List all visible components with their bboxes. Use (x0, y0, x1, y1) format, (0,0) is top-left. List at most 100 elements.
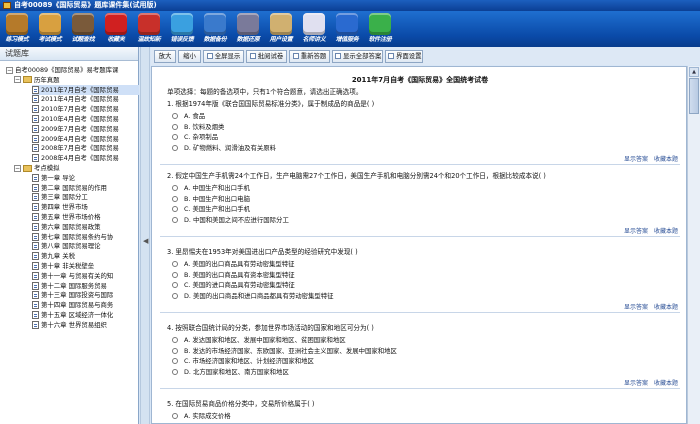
radio-button[interactable] (172, 368, 178, 375)
answer-option[interactable]: D. 美国的出口商品和进口商品都具有劳动密集型特征 (172, 291, 334, 300)
collapse-arrow-icon[interactable]: ◀ (143, 237, 148, 245)
tree-group-1[interactable]: − 历年真题 (14, 75, 139, 85)
toolbar-button-2[interactable]: 考试模式 (34, 12, 66, 46)
radio-button[interactable] (172, 134, 178, 140)
tree-item[interactable]: 第三章 国际分工 (32, 192, 139, 202)
radio-button[interactable] (172, 292, 178, 299)
answer-option[interactable]: B. 中国生产和出口电脑 (172, 194, 250, 203)
answer-option[interactable]: C. 杂项制品 (172, 132, 218, 141)
question-tree[interactable]: − 自考00089《国际贸易》易考题库课 − 历年真题 2011年7月自考《国际贸易 20… (0, 63, 139, 424)
answer-option[interactable]: A. 中国生产和出口手机 (172, 183, 250, 192)
answer-option[interactable]: C. 美国生产和出口手机 (172, 204, 250, 213)
tree-item[interactable]: 第十章 非关税壁垒 (32, 261, 139, 271)
expand-toggle-icon[interactable]: − (6, 66, 13, 74)
answer-option[interactable]: C. 市场经济国家和地区、计划经济国家和地区 (172, 356, 314, 365)
favorite-link[interactable]: 收藏本题 (654, 228, 678, 235)
toolbar-button-10[interactable]: 名师讲义 (298, 12, 330, 46)
answer-option[interactable]: D. 中国和美国之间不应进行国际分工 (172, 215, 289, 224)
toolbar-button-9[interactable]: 用户设置 (265, 12, 297, 46)
radio-button[interactable] (172, 216, 178, 223)
toolbar-button-12[interactable]: 软件注册 (364, 12, 396, 46)
document-icon (32, 173, 39, 182)
answer-option[interactable]: B. 发达的市场经济国家、东欧国家、亚洲社会主义国家、发展中国家和地区 (172, 346, 397, 355)
radio-button[interactable] (172, 144, 178, 151)
tree-item[interactable]: 第十一章 与贸易有关的知 (32, 271, 139, 281)
show-answer-link[interactable]: 显示答案 (624, 380, 648, 387)
tree-item[interactable]: 第四章 世界市场 (32, 202, 139, 212)
tree-item[interactable]: 2009年7月自考《国际贸易 (32, 124, 139, 134)
toolbar-button-6[interactable]: 错误反馈 (166, 12, 198, 46)
tree-item[interactable]: 第九章 关税 (32, 251, 139, 261)
toolbar-btn-2[interactable]: 缩小 (178, 50, 201, 63)
toolbar-button-5[interactable]: 温故知新 (133, 12, 165, 46)
answer-option[interactable]: B. 美国的出口商品具有资本密集型特征 (172, 270, 295, 279)
toolbar-button-11[interactable]: 增值服务 (331, 12, 363, 46)
radio-button[interactable] (172, 123, 178, 130)
scroll-up-icon[interactable]: ▲ (689, 67, 699, 77)
toolbar-btn-3[interactable]: 全屏显示 (203, 50, 244, 63)
tree-root[interactable]: − 自考00089《国际贸易》易考题库课 (6, 65, 139, 75)
splitter-handle[interactable]: ◀ (140, 47, 150, 424)
show-answer-link[interactable]: 显示答案 (624, 228, 648, 235)
favorite-link[interactable]: 收藏本题 (654, 156, 678, 163)
expand-toggle-icon[interactable]: − (14, 164, 21, 172)
radio-button[interactable] (172, 185, 178, 191)
tree-item[interactable]: 2008年7月自考《国际贸易 (32, 143, 139, 153)
tree-item[interactable]: 第七章 国际贸易条约与协 (32, 232, 139, 242)
tree-group-2[interactable]: − 考点模拟 (14, 163, 139, 173)
tree-item[interactable]: 2009年4月自考《国际贸易 (32, 134, 139, 144)
toolbar-button-4[interactable]: 收藏夹 (100, 12, 132, 46)
toolbar-btn-5[interactable]: 重新答题 (289, 50, 330, 63)
radio-button[interactable] (172, 113, 178, 119)
radio-button[interactable] (172, 358, 178, 364)
button-icon (335, 53, 341, 59)
show-answer-link[interactable]: 显示答案 (624, 304, 648, 311)
radio-button[interactable] (172, 413, 178, 419)
radio-button[interactable] (172, 271, 178, 278)
scroll-thumb[interactable] (689, 78, 699, 114)
tree-item[interactable]: 第十六章 世界贸易组织 (32, 320, 139, 330)
tree-item[interactable]: 第一章 导论 (32, 173, 139, 183)
toolbar-btn-6[interactable]: 显示全部答案 (332, 50, 383, 63)
answer-option[interactable]: D. 北方国家和地区、南方国家和地区 (172, 367, 289, 376)
radio-button[interactable] (172, 347, 178, 354)
tree-item[interactable]: 第二章 国际贸易的作用 (32, 183, 139, 193)
favorite-link[interactable]: 收藏本题 (654, 304, 678, 311)
answer-option[interactable]: B. 饮料及烟类 (172, 122, 224, 131)
radio-button[interactable] (172, 337, 178, 343)
show-answer-link[interactable]: 显示答案 (624, 156, 648, 163)
tree-item[interactable]: 第十五章 区域经济一体化 (32, 310, 139, 320)
toolbar-btn-1[interactable]: 放大 (154, 50, 176, 63)
tree-item[interactable]: 第八章 国际贸易理论 (32, 241, 139, 251)
toolbar-button-8[interactable]: 数据还原 (232, 12, 264, 46)
tree-item[interactable]: 2011年4月自考《国际贸易 (32, 94, 139, 104)
tree-item[interactable]: 2010年4月自考《国际贸易 (32, 114, 139, 124)
answer-option[interactable]: A. 实际成交价格 (172, 411, 231, 420)
answer-option[interactable]: A. 发达国家和地区、发展中国家和地区、贫困国家和地区 (172, 335, 346, 344)
expand-toggle-icon[interactable]: − (14, 76, 21, 84)
radio-button[interactable] (172, 195, 178, 202)
tree-item[interactable]: 第十四章 国际贸易与商务 (32, 300, 139, 310)
tree-item[interactable]: 第五章 世界市场价格 (32, 212, 139, 222)
tree-node-label: 自考00089《国际贸易》易考题库课 (15, 66, 119, 74)
radio-button[interactable] (172, 282, 178, 288)
toolbar-button-1[interactable]: 练习模式 (1, 12, 33, 46)
tree-item[interactable]: 2010年7月自考《国际贸易 (32, 104, 139, 114)
toolbar-btn-7[interactable]: 界面设置 (385, 50, 423, 63)
toolbar-btn-4[interactable]: 批阅试卷 (246, 50, 287, 63)
tree-item[interactable]: 2008年4月自考《国际贸易 (32, 153, 139, 163)
toolbar-button-3[interactable]: 试题查找 (67, 12, 99, 46)
vertical-scrollbar[interactable]: ▲ (687, 66, 700, 424)
radio-button[interactable] (172, 206, 178, 212)
answer-option[interactable]: A. 美国的出口商品具有劳动密集型特征 (172, 259, 295, 268)
radio-button[interactable] (172, 261, 178, 267)
tree-item[interactable]: 第十二章 国际服务贸易 (32, 281, 139, 291)
tree-item[interactable]: 2011年7月自考《国际贸易 (32, 84, 139, 95)
tree-item[interactable]: 第十三章 国际投资与国际 (32, 290, 139, 300)
answer-option[interactable]: A. 食品 (172, 111, 205, 120)
favorite-link[interactable]: 收藏本题 (654, 380, 678, 387)
toolbar-button-7[interactable]: 数据备份 (199, 12, 231, 46)
tree-item[interactable]: 第六章 国际贸易政策 (32, 222, 139, 232)
answer-option[interactable]: C. 美国的进口商品具有劳动密集型特征 (172, 280, 295, 289)
answer-option[interactable]: D. 矿物燃料、润滑油及有关原料 (172, 143, 276, 152)
